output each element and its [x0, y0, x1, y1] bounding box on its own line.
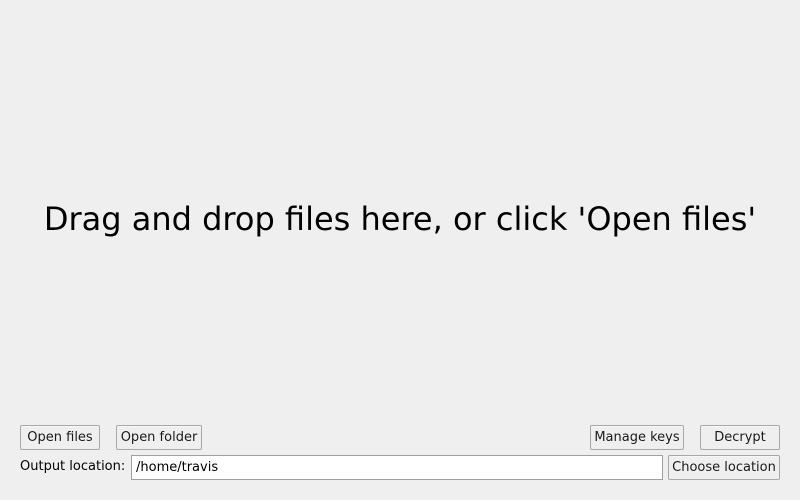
open-folder-button[interactable]: Open folder	[116, 425, 202, 450]
app-window: Drag and drop files here, or click 'Open…	[0, 0, 800, 500]
drop-zone-message: Drag and drop files here, or click 'Open…	[43, 200, 757, 238]
output-location-label: Output location:	[20, 459, 126, 474]
open-files-button[interactable]: Open files	[20, 425, 100, 450]
drop-zone[interactable]: Drag and drop files here, or click 'Open…	[0, 0, 800, 420]
choose-location-button[interactable]: Choose location	[668, 455, 780, 480]
output-location-input[interactable]	[131, 455, 663, 480]
manage-keys-button[interactable]: Manage keys	[590, 425, 684, 450]
decrypt-button[interactable]: Decrypt	[700, 425, 780, 450]
